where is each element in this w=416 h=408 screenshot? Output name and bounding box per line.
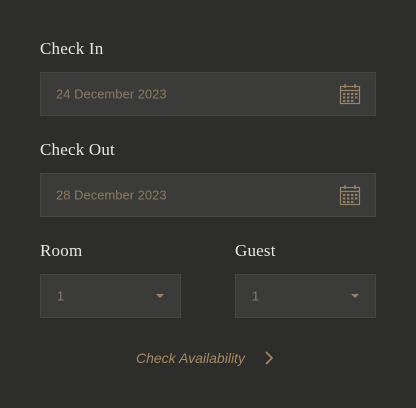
room-selected-value: 1 bbox=[57, 288, 65, 304]
check-out-label: Check Out bbox=[40, 140, 115, 159]
check-availability-button[interactable]: Check Availability bbox=[136, 345, 275, 371]
calendar-icon[interactable] bbox=[339, 83, 361, 105]
guest-select[interactable]: 1 bbox=[235, 274, 376, 318]
check-in-field[interactable]: 24 December 2023 bbox=[40, 72, 376, 116]
chevron-down-icon bbox=[156, 294, 164, 298]
check-out-field[interactable]: 28 December 2023 bbox=[40, 173, 376, 217]
check-availability-label: Check Availability bbox=[136, 350, 245, 366]
check-in-label: Check In bbox=[40, 39, 104, 58]
chevron-down-icon bbox=[351, 294, 359, 298]
guest-selected-value: 1 bbox=[252, 288, 260, 304]
chevron-right-icon bbox=[265, 351, 274, 365]
guest-label: Guest bbox=[235, 241, 276, 260]
room-label: Room bbox=[40, 241, 83, 260]
check-out-value: 28 December 2023 bbox=[56, 187, 167, 203]
room-select[interactable]: 1 bbox=[40, 274, 181, 318]
check-in-value: 24 December 2023 bbox=[56, 86, 167, 102]
calendar-icon[interactable] bbox=[339, 184, 361, 206]
